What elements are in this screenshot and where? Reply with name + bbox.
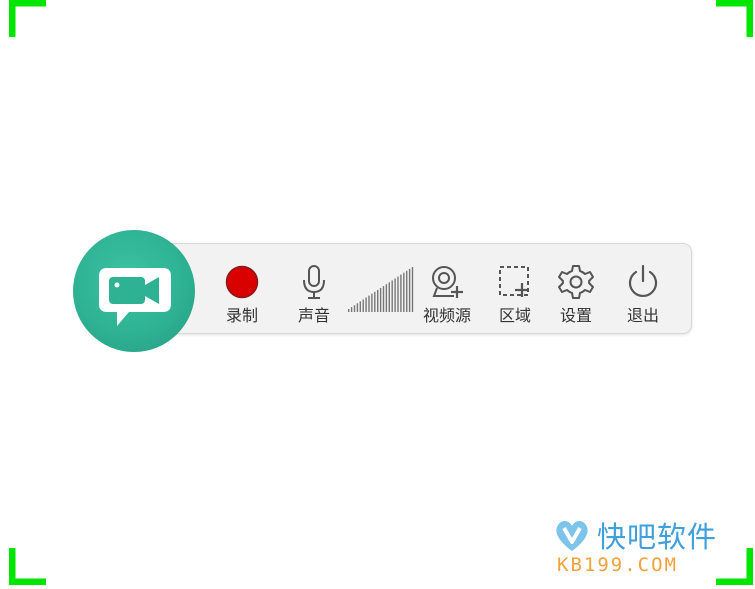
gear-icon bbox=[558, 265, 594, 299]
volume-bars-icon[interactable] bbox=[346, 266, 416, 314]
video-source-label: 视频源 bbox=[422, 306, 471, 325]
volume-bar bbox=[391, 280, 393, 312]
power-icon bbox=[628, 264, 658, 297]
volume-bar bbox=[379, 288, 382, 312]
watermark-url: KB199.COM bbox=[557, 554, 678, 576]
volume-bar bbox=[411, 267, 414, 312]
watermark-brand: 快吧软件 bbox=[597, 520, 718, 554]
volume-bar bbox=[348, 309, 350, 312]
volume-bar bbox=[377, 289, 379, 312]
record-button[interactable]: 录制 bbox=[220, 263, 264, 326]
volume-bar bbox=[350, 307, 353, 312]
capture-corner-top-left bbox=[9, 0, 49, 40]
heart-logo-icon bbox=[556, 520, 588, 551]
exit-button[interactable]: 退出 bbox=[621, 263, 665, 326]
microphone-icon bbox=[303, 265, 325, 299]
sound-label: 声音 bbox=[297, 306, 330, 325]
app-logo[interactable] bbox=[73, 230, 195, 352]
video-camera-chat-icon bbox=[99, 268, 171, 326]
volume-bar bbox=[382, 286, 385, 312]
record-dot-icon bbox=[225, 265, 259, 299]
area-label: 区域 bbox=[498, 306, 531, 325]
volume-bar bbox=[388, 282, 390, 312]
capture-corner-top-right bbox=[713, 0, 753, 40]
settings-label: 设置 bbox=[559, 306, 592, 325]
record-label: 录制 bbox=[225, 306, 258, 325]
volume-bar bbox=[406, 270, 408, 312]
volume-bar bbox=[365, 297, 367, 312]
volume-bar bbox=[356, 303, 359, 312]
volume-bar bbox=[353, 305, 356, 312]
capture-corner-bottom-left bbox=[9, 545, 49, 585]
volume-bar bbox=[359, 301, 361, 312]
volume-bar bbox=[368, 295, 370, 312]
volume-bar bbox=[408, 268, 411, 312]
area-button[interactable]: 区域 bbox=[493, 263, 537, 326]
sound-button[interactable]: 声音 bbox=[292, 263, 336, 326]
exit-label: 退出 bbox=[626, 306, 659, 325]
webcam-icon bbox=[432, 266, 463, 298]
volume-bar bbox=[403, 272, 405, 312]
watermark: 快吧软件 KB199.COM bbox=[553, 514, 743, 580]
volume-bar bbox=[400, 274, 402, 312]
volume-bar bbox=[385, 284, 388, 312]
video-source-button[interactable]: 视频源 bbox=[417, 263, 477, 326]
dashed-selection-icon bbox=[499, 266, 529, 297]
volume-bar bbox=[362, 299, 364, 312]
volume-bar bbox=[371, 293, 373, 312]
volume-bar bbox=[394, 278, 396, 312]
volume-bar bbox=[374, 291, 376, 312]
settings-button[interactable]: 设置 bbox=[554, 263, 598, 326]
volume-bar bbox=[397, 276, 399, 312]
